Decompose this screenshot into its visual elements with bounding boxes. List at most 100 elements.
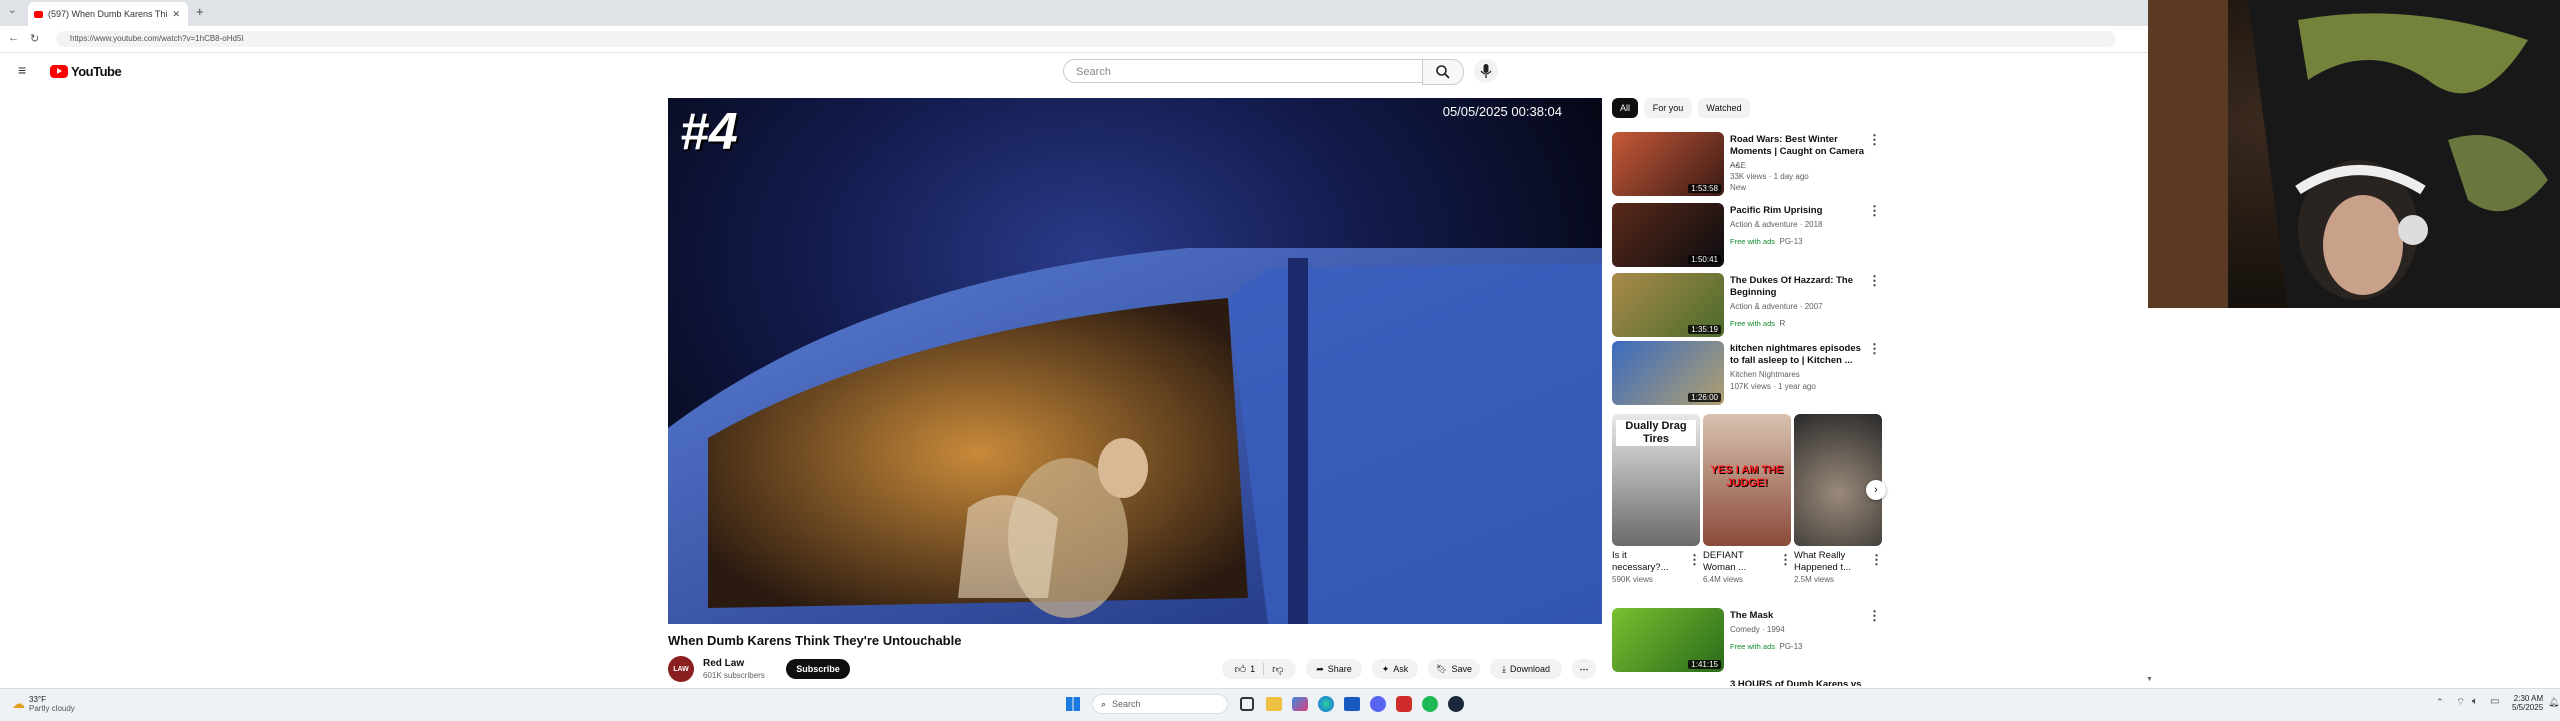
short-thumbnail[interactable]: YES I AM THE JUDGE! xyxy=(1703,414,1791,546)
short-title[interactable]: What Really Happened t... xyxy=(1794,550,1864,574)
save-button[interactable]: 🔖︎ Save xyxy=(1428,659,1480,679)
video-title[interactable]: The Mask xyxy=(1730,610,1865,622)
video-title[interactable]: The Dukes Of Hazzard: The Beginning xyxy=(1730,275,1865,299)
download-button[interactable]: ⤓ Download xyxy=(1490,659,1562,679)
more-vertical-icon[interactable]: ⋮ xyxy=(1868,203,1881,219)
tab-list-chevron-icon[interactable]: ⌄ xyxy=(8,5,16,16)
browser-tab-strip: ⌄ (597) When Dumb Karens Thi ✕ + xyxy=(0,0,2148,26)
video-overlay-timestamp: 05/05/2025 00:38:04 xyxy=(1442,104,1562,119)
back-icon[interactable]: ← xyxy=(8,32,19,44)
like-button[interactable]: 👍︎ 1 xyxy=(1235,663,1256,676)
related-video[interactable]: 1:35:19 The Dukes Of Hazzard: The Beginn… xyxy=(1612,273,1882,339)
youtube-logo[interactable]: YouTube xyxy=(50,64,122,79)
volume-icon[interactable]: 🔈︎ xyxy=(2472,696,2478,707)
chip-for-you[interactable]: For you xyxy=(1644,98,1692,118)
youtube-favicon-icon xyxy=(34,10,43,18)
scroll-down-arrow-icon[interactable]: ▼ xyxy=(2146,676,2153,683)
game-app-icon[interactable] xyxy=(1396,696,1412,712)
chip-all[interactable]: All xyxy=(1612,98,1638,118)
video-player[interactable]: #4 05/05/2025 00:38:04 xyxy=(668,98,1602,624)
new-tab-icon[interactable]: + xyxy=(196,4,204,19)
more-vertical-icon[interactable]: ⋮ xyxy=(1779,552,1792,568)
more-horizontal-icon: ⋯ xyxy=(1579,663,1589,674)
more-actions-button[interactable]: ⋯ xyxy=(1572,659,1596,679)
duration-badge: 1:41:15 xyxy=(1688,660,1721,669)
related-video[interactable]: 1:26:00 kitchen nightmares episodes to f… xyxy=(1612,341,1882,407)
refresh-icon[interactable]: ↻ xyxy=(30,32,39,45)
channel-avatar[interactable]: LAW xyxy=(668,656,694,682)
steam-icon[interactable] xyxy=(1448,696,1464,712)
video-thumbnail[interactable]: 1:50:41 xyxy=(1612,203,1724,267)
video-thumbnail[interactable]: 1:53:58 xyxy=(1612,132,1724,196)
file-explorer-icon[interactable] xyxy=(1266,697,1282,711)
chip-label: All xyxy=(1619,103,1630,113)
partial-video-title[interactable]: 3 HOURS of Dumb Karens vs ... xyxy=(1730,679,1865,686)
short-card[interactable]: YES I AM THE JUDGE! DEFIANT Woman ... 6.… xyxy=(1703,414,1792,585)
chip-watched[interactable]: Watched xyxy=(1698,98,1750,118)
thumbs-up-icon: 👍︎ xyxy=(1234,663,1247,676)
subscribe-button[interactable]: Subscribe xyxy=(786,659,850,679)
edge-icon[interactable] xyxy=(1318,696,1334,712)
short-thumbnail[interactable]: Dually Drag Tires xyxy=(1612,414,1700,546)
ask-button[interactable]: ✦ Ask xyxy=(1372,659,1418,679)
video-title[interactable]: Road Wars: Best Winter Moments | Caught … xyxy=(1730,134,1865,170)
more-vertical-icon[interactable]: ⋮ xyxy=(1868,608,1881,624)
bookmark-icon: 🔖︎ xyxy=(1436,663,1448,674)
video-frame-scene xyxy=(668,248,1602,624)
more-vertical-icon[interactable]: ⋮ xyxy=(1868,341,1881,357)
weather-widget[interactable]: ☁ 33°F Partly cloudy xyxy=(12,695,75,713)
more-vertical-icon[interactable]: ⋮ xyxy=(1868,132,1881,148)
short-title[interactable]: Is it necessary?... xyxy=(1612,550,1682,574)
search-input[interactable]: Search xyxy=(1063,59,1423,83)
video-channel: Kitchen Nightmares xyxy=(1730,370,1800,379)
menu-icon[interactable]: ≡ xyxy=(18,62,26,78)
browser-tab[interactable]: (597) When Dumb Karens Thi ✕ xyxy=(28,2,188,26)
youtube-logo-text: YouTube xyxy=(71,64,122,79)
video-thumbnail[interactable]: 1:35:19 xyxy=(1612,273,1724,337)
short-title[interactable]: DEFIANT Woman ... xyxy=(1703,550,1773,574)
outlook-icon[interactable] xyxy=(1344,697,1360,711)
shelf-next-button[interactable]: › xyxy=(1866,480,1886,500)
short-overlay-text: Dually Drag Tires xyxy=(1616,420,1696,446)
related-video[interactable]: 1:53:58 Road Wars: Best Winter Moments |… xyxy=(1612,132,1882,198)
task-view-icon[interactable] xyxy=(1240,697,1254,711)
more-vertical-icon[interactable]: ⋮ xyxy=(1870,552,1883,568)
duration-badge: 1:26:00 xyxy=(1688,393,1721,402)
thumbs-down-icon[interactable]: 👎︎ xyxy=(1272,663,1283,676)
url-field[interactable]: https://www.youtube.com/watch?v=1hCB8-oH… xyxy=(56,31,2116,47)
short-thumbnail[interactable] xyxy=(1794,414,1882,546)
system-tray-chevron-icon[interactable]: ⌃ xyxy=(2436,697,2444,708)
related-video[interactable]: 1:41:15 The Mask Comedy · 1994 Free with… xyxy=(1612,608,1882,674)
channel-name[interactable]: Red Law xyxy=(703,658,744,669)
network-icon[interactable]: ⌔ xyxy=(2456,696,2465,709)
share-button[interactable]: ➦ Share xyxy=(1306,659,1362,679)
video-thumbnail[interactable]: 1:26:00 xyxy=(1612,341,1724,405)
clock[interactable]: 2:30 AM 5/5/2025 xyxy=(2512,694,2543,712)
spotify-icon[interactable] xyxy=(1422,696,1438,712)
chip-label: Watched xyxy=(1706,103,1742,113)
display-icon[interactable]: ▭ xyxy=(2490,696,2499,707)
shorts-shelf: Dually Drag Tires Is it necessary?... 59… xyxy=(1612,414,1886,600)
notification-bell-icon[interactable]: 🔔︎ xyxy=(2548,697,2559,708)
voice-search-button[interactable] xyxy=(1474,59,1498,83)
video-title[interactable]: kitchen nightmares episodes to fall asle… xyxy=(1730,343,1865,367)
video-thumbnail[interactable]: 1:41:15 xyxy=(1612,608,1724,672)
discord-icon[interactable] xyxy=(1370,696,1386,712)
youtube-logo-icon xyxy=(50,65,68,78)
more-vertical-icon[interactable]: ⋮ xyxy=(1688,552,1701,568)
duration-badge: 1:35:19 xyxy=(1688,325,1721,334)
short-card[interactable]: What Really Happened t... 2.5M views ⋮ xyxy=(1794,414,1883,585)
short-card[interactable]: Dually Drag Tires Is it necessary?... 59… xyxy=(1612,414,1701,585)
more-vertical-icon[interactable]: ⋮ xyxy=(1868,273,1881,289)
close-tab-icon[interactable]: ✕ xyxy=(172,9,180,20)
photos-icon[interactable] xyxy=(1292,697,1308,711)
related-video[interactable]: 1:50:41 Pacific Rim Uprising Action & ad… xyxy=(1612,203,1882,269)
rating-badge: PG-13 xyxy=(1779,237,1803,246)
video-title[interactable]: Pacific Rim Uprising xyxy=(1730,205,1865,217)
windows-start-icon[interactable] xyxy=(1066,697,1080,711)
search-button[interactable] xyxy=(1422,59,1464,85)
share-label: Share xyxy=(1327,664,1352,674)
channel-avatar-text: LAW xyxy=(673,665,689,673)
taskbar-search[interactable]: ⌕ Search xyxy=(1092,694,1228,714)
free-with-ads-badge: Free with ads PG-13 xyxy=(1730,642,1803,651)
